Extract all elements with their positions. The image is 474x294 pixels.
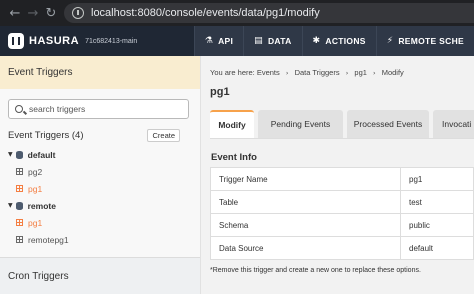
search-input[interactable]: [29, 104, 179, 114]
app-window: ← → ↻ localhost:8080/console/events/data…: [0, 0, 474, 294]
trigger-item-pg2[interactable]: pg2: [8, 163, 188, 180]
event-triggers-heading-row: Event Triggers (4) Create: [8, 128, 180, 142]
cog-icon: ✱: [312, 36, 321, 46]
tab-modify[interactable]: Modify: [210, 110, 254, 138]
nav-data[interactable]: ▤ DATA: [243, 26, 301, 56]
main-content: You are here: Events › Data Triggers › p…: [201, 56, 474, 294]
schema-item-remote[interactable]: ▼ remote: [8, 197, 188, 214]
search-icon: [15, 105, 23, 113]
brand[interactable]: HASURA 71c682413-main: [0, 26, 194, 56]
trigger-item-remote-pg1[interactable]: pg1: [8, 214, 188, 231]
tab-divider: [210, 138, 474, 139]
back-arrow-icon[interactable]: ←: [6, 6, 24, 21]
trigger-label: pg1: [28, 217, 43, 228]
nav-actions[interactable]: ✱ ACTIONS: [301, 26, 376, 56]
breadcrumb-data-triggers[interactable]: Data Triggers: [295, 68, 340, 77]
tab-invocation-logs[interactable]: Invocati: [433, 110, 474, 138]
nav-api[interactable]: ⚗ API: [193, 26, 243, 56]
sidebar-header-label: Event Triggers: [8, 67, 73, 78]
info-value: pg1: [400, 167, 474, 191]
schema-label: default: [27, 149, 56, 160]
breadcrumb: You are here: Events › Data Triggers › p…: [210, 68, 404, 77]
nav-api-label: API: [218, 36, 234, 46]
trigger-label: pg2: [28, 166, 43, 177]
breadcrumb-trigger[interactable]: pg1: [354, 68, 367, 77]
sidebar: Event Triggers Event Triggers (4) Create…: [0, 56, 201, 294]
replace-note: *Remove this trigger and create a new on…: [210, 267, 421, 274]
trigger-label: remotepg1: [28, 234, 69, 245]
nav-remote-schemas-label: REMOTE SCHE: [398, 36, 464, 46]
trigger-tree: ▼ default pg2 pg1 ▼ remote pg1 remotepg1: [8, 146, 188, 248]
schema-item-default[interactable]: ▼ default: [8, 146, 188, 163]
forward-arrow-icon[interactable]: →: [24, 6, 42, 21]
brand-name: HASURA: [29, 35, 80, 47]
event-info-table: Trigger Name pg1 Table test Schema publi…: [210, 167, 474, 260]
version-label: 71c682413-main: [85, 37, 138, 45]
chevron-right-icon: ›: [373, 69, 376, 77]
trigger-item-remotepg1[interactable]: remotepg1: [8, 231, 188, 248]
event-triggers-count-label: Event Triggers (4): [8, 129, 84, 141]
tab-processed-events[interactable]: Processed Events: [347, 110, 429, 138]
event-info-title: Event Info: [211, 152, 257, 163]
reload-icon[interactable]: ↻: [42, 6, 60, 21]
browser-toolbar: ← → ↻ localhost:8080/console/events/data…: [0, 0, 474, 26]
tab-pending-events[interactable]: Pending Events: [258, 110, 343, 138]
create-trigger-button[interactable]: Create: [147, 128, 180, 142]
info-key: Data Source: [210, 236, 401, 260]
database-icon: [15, 150, 23, 159]
table-icon: [16, 236, 23, 243]
chevron-right-icon: ›: [345, 69, 349, 77]
breadcrumb-current: Modify: [381, 68, 404, 77]
nav-actions-label: ACTIONS: [325, 36, 366, 46]
cron-triggers-label: Cron Triggers: [8, 270, 69, 282]
cron-triggers-section[interactable]: Cron Triggers: [0, 257, 200, 294]
site-info-icon[interactable]: [72, 7, 84, 19]
search-box: [8, 99, 189, 119]
info-value: public: [400, 213, 474, 237]
table-icon: [16, 185, 23, 192]
url-text: localhost:8080/console/events/data/pg1/m…: [91, 7, 320, 19]
caret-down-icon[interactable]: ▼: [8, 151, 13, 158]
info-key: Schema: [210, 213, 401, 237]
chevron-right-icon: ›: [285, 69, 289, 77]
trigger-label: pg1: [28, 183, 43, 194]
tab-bar: Modify Pending Events Processed Events I…: [210, 110, 474, 138]
database-icon: ▤: [254, 36, 263, 46]
database-icon: [15, 201, 23, 210]
hasura-logo-icon: [8, 33, 24, 49]
sidebar-header[interactable]: Event Triggers: [0, 56, 200, 89]
info-value: default: [400, 236, 474, 260]
info-value: test: [400, 190, 474, 214]
table-icon: [16, 168, 23, 175]
flask-icon: ⚗: [204, 36, 214, 46]
page-title: pg1: [210, 86, 230, 98]
breadcrumb-events[interactable]: You are here: Events: [210, 68, 280, 77]
trigger-item-pg1-active[interactable]: pg1: [8, 180, 188, 197]
table-row: Table test: [210, 190, 474, 214]
table-row: Schema public: [210, 213, 474, 237]
plug-icon: ⚡: [386, 36, 394, 46]
schema-label: remote: [27, 200, 56, 211]
nav-remote-schemas[interactable]: ⚡ REMOTE SCHE: [375, 26, 474, 56]
info-key: Trigger Name: [210, 167, 401, 191]
table-icon: [16, 219, 23, 226]
nav-data-label: DATA: [267, 36, 292, 46]
table-row: Trigger Name pg1: [210, 167, 474, 191]
table-row: Data Source default: [210, 236, 474, 260]
top-navigation: HASURA 71c682413-main ⚗ API ▤ DATA ✱ ACT…: [0, 26, 474, 56]
address-bar[interactable]: localhost:8080/console/events/data/pg1/m…: [64, 3, 474, 23]
info-key: Table: [210, 190, 401, 214]
caret-down-icon[interactable]: ▼: [8, 202, 13, 209]
